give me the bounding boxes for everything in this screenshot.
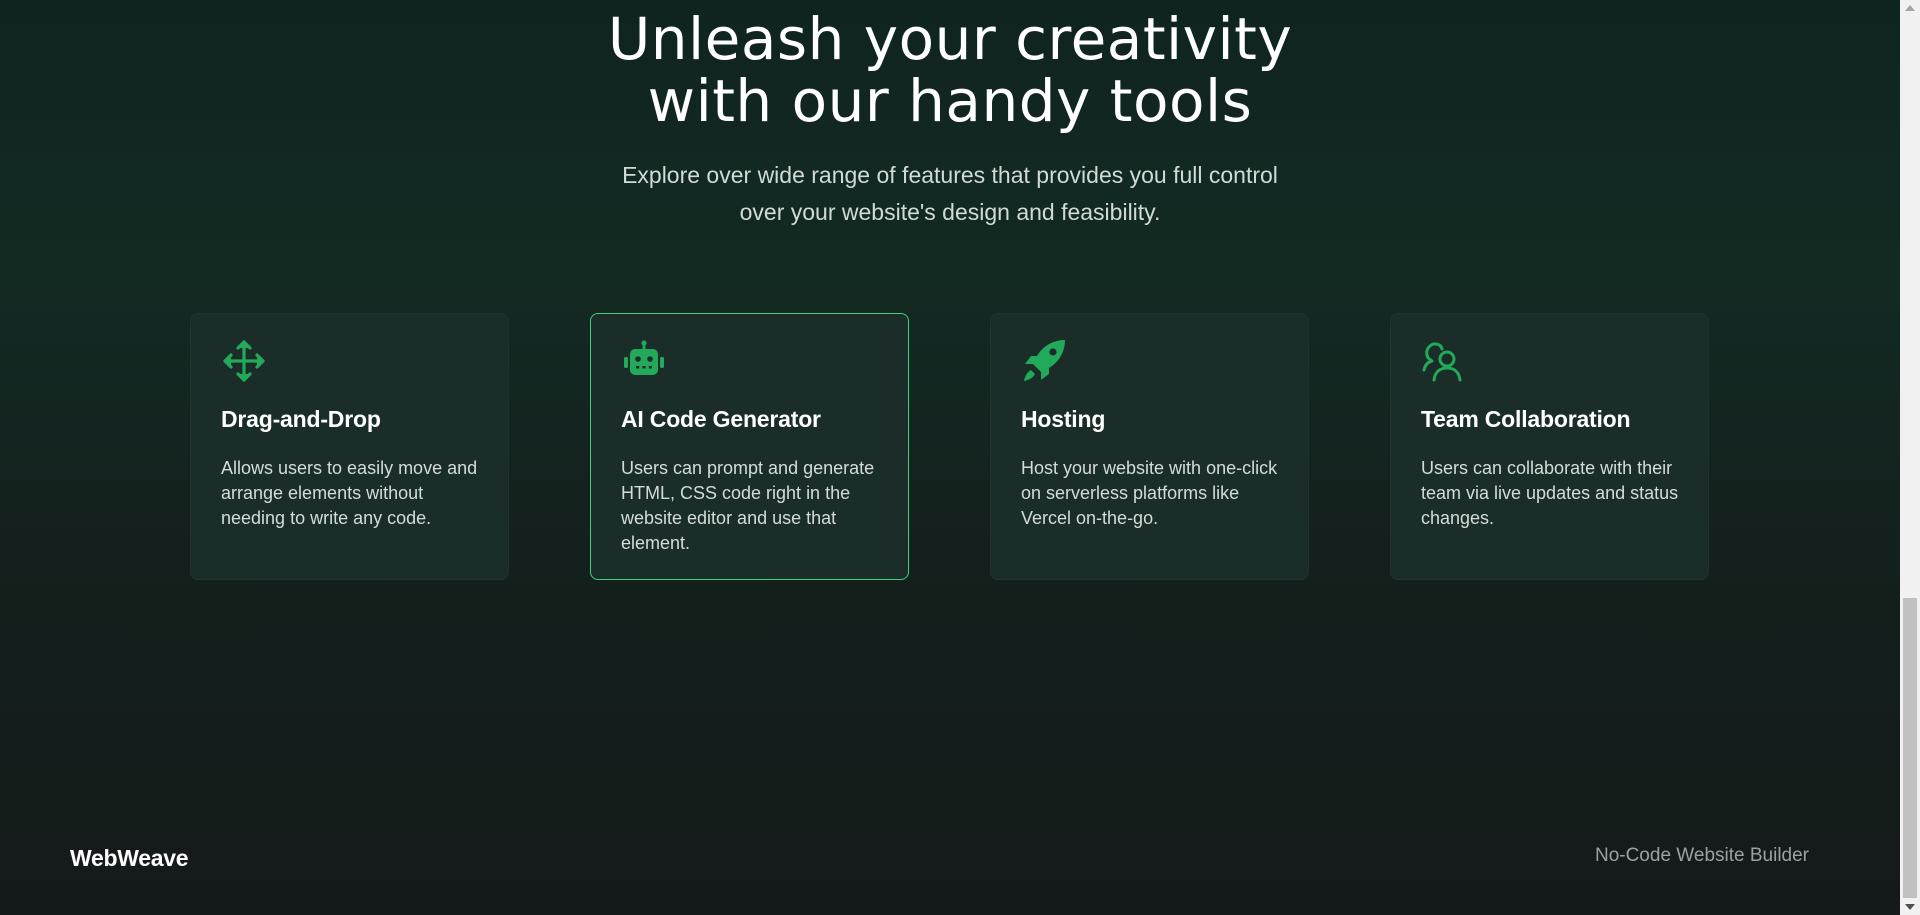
- feature-card-drag-and-drop[interactable]: Drag-and-Drop Allows users to easily mov…: [190, 313, 509, 580]
- page-scrollbar[interactable]: [1900, 0, 1920, 915]
- feature-title: Team Collaboration: [1421, 406, 1631, 432]
- feature-description: Allows users to easily move and arrange …: [221, 458, 478, 528]
- feature-description: Users can prompt and generate HTML, CSS …: [621, 458, 875, 553]
- hero-subtitle-line-1: Explore over wide range of features that…: [622, 162, 1278, 188]
- feature-description: Host your website with one-click on serv…: [1021, 458, 1278, 528]
- hero-title-line-1: Unleash your creativity: [607, 5, 1293, 73]
- hero-title: Unleash your creativity with our handy t…: [0, 8, 1900, 132]
- feature-card-hosting[interactable]: Hosting Host your website with one-click…: [990, 313, 1309, 580]
- move-arrows-icon: [221, 338, 267, 384]
- page: Unleash your creativity with our handy t…: [0, 0, 1900, 915]
- scrollbar-thumb[interactable]: [1903, 598, 1917, 898]
- feature-card-team-collaboration[interactable]: Team Collaboration Users can collaborate…: [1390, 313, 1709, 580]
- footer-tagline: No-Code Website Builder: [1594, 845, 1809, 866]
- feature-title: AI Code Generator: [621, 406, 821, 432]
- users-icon: [1421, 338, 1467, 384]
- hero-subtitle: Explore over wide range of features that…: [0, 157, 1900, 231]
- scroll-up-arrow-icon[interactable]: [1905, 5, 1915, 11]
- feature-title: Hosting: [1021, 406, 1106, 432]
- scroll-down-arrow-icon[interactable]: [1905, 904, 1915, 910]
- hero-subtitle-line-2: over your website's design and feasibili…: [739, 199, 1161, 225]
- robot-icon: [621, 338, 667, 384]
- feature-description: Users can collaborate with their team vi…: [1421, 458, 1679, 528]
- hero-title-line-2: with our handy tools: [647, 67, 1253, 135]
- feature-title: Drag-and-Drop: [221, 406, 381, 432]
- footer-brand-logo[interactable]: WebWeave: [70, 845, 189, 872]
- feature-card-ai-code-generator[interactable]: AI Code Generator Users can prompt and g…: [590, 313, 909, 580]
- rocket-icon: [1021, 338, 1067, 384]
